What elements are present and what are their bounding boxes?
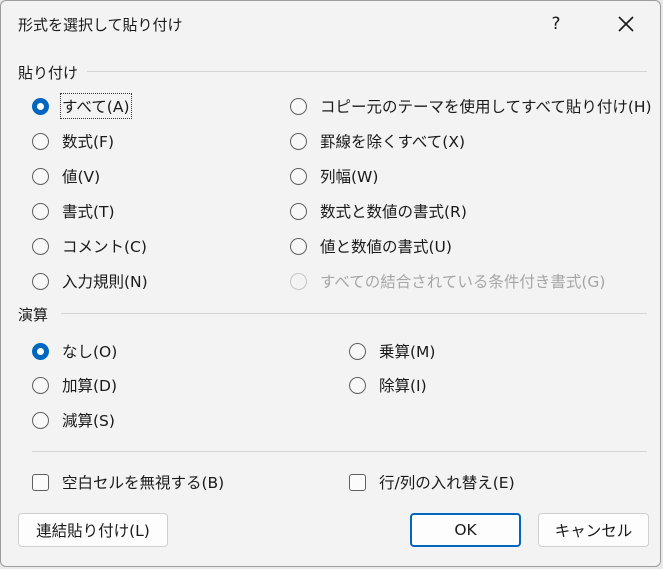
operation-option-label: 乗算(M) bbox=[379, 343, 436, 361]
paste-section-label: 貼り付け bbox=[18, 64, 79, 82]
close-icon bbox=[618, 16, 634, 32]
paste-option-all[interactable]: すべて(A) bbox=[32, 93, 132, 119]
transpose-label: 行/列の入れ替え(E) bbox=[379, 474, 515, 492]
checkbox-icon bbox=[32, 473, 49, 491]
operation-section-divider bbox=[61, 313, 647, 314]
radio-icon bbox=[32, 167, 49, 185]
operation-option-label: 加算(D) bbox=[62, 377, 118, 395]
paste-option-comments[interactable]: コメント(C) bbox=[32, 233, 147, 259]
paste-option-values[interactable]: 値(V) bbox=[32, 163, 100, 189]
paste-option-formulas-number-formats[interactable]: 数式と数値の書式(R) bbox=[290, 198, 467, 224]
operation-option-label: 除算(I) bbox=[379, 377, 427, 395]
paste-option-label: 罫線を除くすべて(X) bbox=[320, 133, 466, 151]
paste-option-validation[interactable]: 入力規則(N) bbox=[32, 268, 148, 294]
radio-checked-icon bbox=[32, 97, 49, 115]
skip-blanks-checkbox[interactable]: 空白セルを無視する(B) bbox=[32, 469, 224, 495]
checkbox-icon bbox=[349, 473, 366, 491]
radio-icon bbox=[290, 202, 307, 220]
radio-icon bbox=[32, 411, 49, 429]
paste-option-label: すべて(A) bbox=[60, 93, 132, 119]
paste-link-button[interactable]: 連結貼り付け(L) bbox=[18, 513, 168, 547]
cancel-button[interactable]: キャンセル bbox=[538, 513, 649, 547]
operation-option-multiply[interactable]: 乗算(M) bbox=[349, 338, 435, 364]
radio-icon bbox=[32, 202, 49, 220]
dialog-title: 形式を選択して貼り付け bbox=[18, 16, 183, 34]
radio-checked-icon bbox=[32, 342, 49, 360]
options-divider bbox=[32, 451, 647, 452]
paste-option-column-widths[interactable]: 列幅(W) bbox=[290, 163, 378, 189]
paste-option-label: 列幅(W) bbox=[320, 168, 379, 186]
paste-option-label: 入力規則(N) bbox=[62, 273, 148, 291]
radio-icon bbox=[349, 376, 366, 394]
operation-option-label: なし(O) bbox=[62, 343, 118, 361]
radio-icon bbox=[290, 237, 307, 255]
ok-button[interactable]: OK bbox=[410, 513, 521, 547]
radio-icon bbox=[349, 342, 366, 360]
paste-section-divider bbox=[87, 71, 647, 72]
radio-icon bbox=[290, 167, 307, 185]
paste-option-label: 値(V) bbox=[62, 168, 101, 186]
paste-special-dialog: 形式を選択して貼り付け ? 貼り付け すべて(A) 数式(F) 値(V) 書式(… bbox=[0, 0, 661, 567]
operation-option-subtract[interactable]: 減算(S) bbox=[32, 407, 115, 433]
operation-option-none[interactable]: なし(O) bbox=[32, 338, 117, 364]
paste-option-label: 値と数値の書式(U) bbox=[320, 238, 452, 256]
paste-option-label: 数式と数値の書式(R) bbox=[320, 203, 467, 221]
title-bar[interactable]: 形式を選択して貼り付け ? bbox=[1, 1, 660, 49]
paste-option-except-borders[interactable]: 罫線を除くすべて(X) bbox=[290, 128, 465, 154]
paste-option-values-number-formats[interactable]: 値と数値の書式(U) bbox=[290, 233, 452, 259]
help-button[interactable]: ? bbox=[544, 11, 568, 37]
close-button[interactable] bbox=[614, 12, 638, 36]
radio-icon bbox=[290, 97, 307, 115]
paste-option-label: コメント(C) bbox=[62, 238, 147, 256]
operation-option-divide[interactable]: 除算(I) bbox=[349, 372, 427, 398]
radio-icon bbox=[290, 132, 307, 150]
radio-icon bbox=[32, 132, 49, 150]
paste-option-formats[interactable]: 書式(T) bbox=[32, 198, 115, 224]
paste-option-label: コピー元のテーマを使用してすべて貼り付け(H) bbox=[320, 98, 652, 116]
paste-option-formulas[interactable]: 数式(F) bbox=[32, 128, 114, 154]
operation-option-add[interactable]: 加算(D) bbox=[32, 372, 117, 398]
transpose-checkbox[interactable]: 行/列の入れ替え(E) bbox=[349, 469, 515, 495]
operation-section-label: 演算 bbox=[18, 306, 49, 324]
paste-option-source-theme[interactable]: コピー元のテーマを使用してすべて貼り付け(H) bbox=[290, 93, 652, 119]
radio-icon bbox=[32, 237, 49, 255]
paste-option-label: すべての結合されている条件付き書式(G) bbox=[320, 273, 606, 291]
operation-option-label: 減算(S) bbox=[62, 412, 115, 430]
skip-blanks-label: 空白セルを無視する(B) bbox=[62, 474, 225, 492]
paste-option-label: 書式(T) bbox=[62, 203, 115, 221]
paste-option-label: 数式(F) bbox=[62, 133, 115, 151]
paste-option-merge-conditional-formats: すべての結合されている条件付き書式(G) bbox=[290, 268, 605, 294]
radio-icon bbox=[32, 376, 49, 394]
radio-disabled-icon bbox=[290, 272, 307, 290]
radio-icon bbox=[32, 272, 49, 290]
